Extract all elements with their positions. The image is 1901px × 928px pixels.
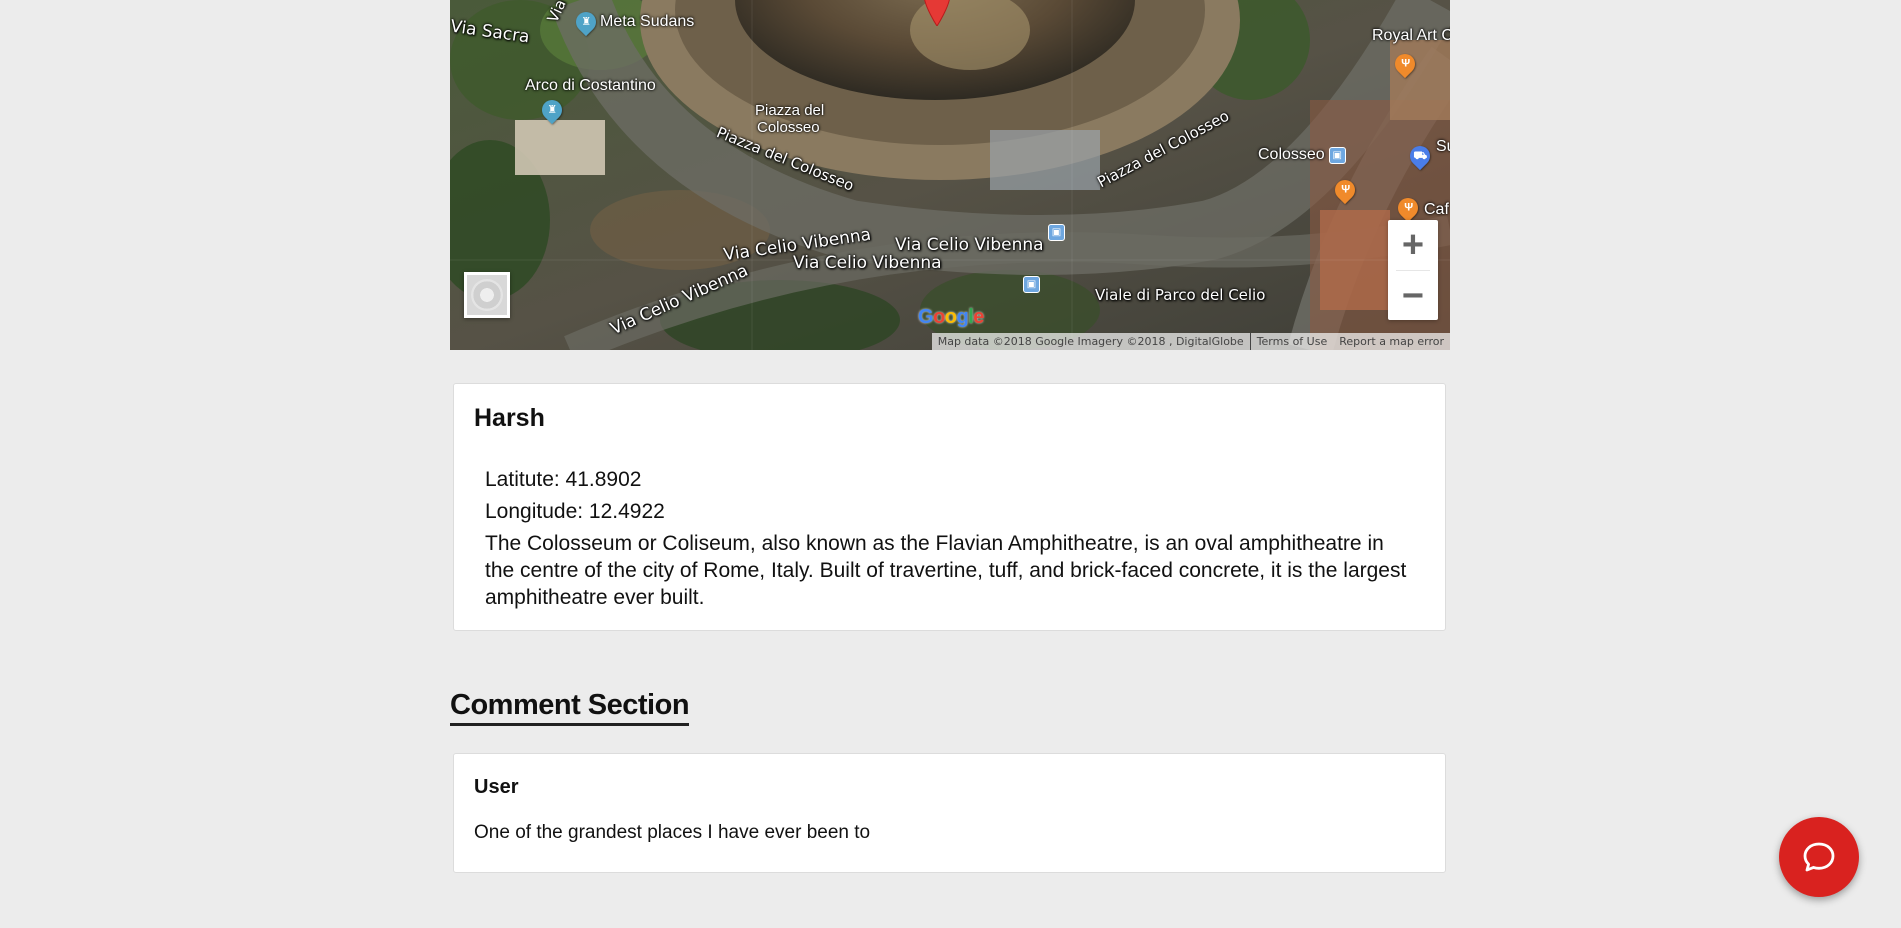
poi-colosseo[interactable]: Colosseo ▣ [1258,146,1346,164]
latitude-text: Latitute: 41.8902 [485,468,642,491]
comment-card: User One of the grandest places I have e… [453,753,1446,873]
street-label: Viale di Parco del Celio [1095,286,1266,304]
place-info-card: Harsh Latitute: 41.8902 Longitude: 12.49… [453,383,1446,631]
bus-stop-icon[interactable]: ▣ [1048,224,1065,241]
terms-link[interactable]: Terms of Use [1251,335,1334,348]
place-name: Harsh [474,404,545,432]
poi-label-cafe: Caf [1424,201,1449,218]
attribution-data: Map data ©2018 Google Imagery ©2018 , Di… [937,335,1244,348]
street-label: Via Celio Vibenna [793,253,942,273]
map-thumbnail-icon [471,279,503,311]
page-content: Via Sacra Via Celio Vibenna Via Celio Vi… [450,0,1450,873]
map-marker-icon[interactable] [922,0,952,26]
poi-label-piazza: Piazza del [755,102,825,119]
poi-label: Colosseo [1258,146,1325,163]
comment-text: One of the grandest places I have ever b… [474,822,871,843]
poi-label-su: Su [1436,138,1450,155]
place-details: Latitute: 41.8902 Longitude: 12.4922 The… [485,466,1415,611]
poi-label-piazza-2: Colosseo [757,119,820,136]
street-label: Via Celio Vibenna [895,235,1044,255]
bus-stop-icon[interactable]: ▣ [1023,276,1040,293]
poi-meta-sudans[interactable]: ♜ Meta Sudans [571,7,695,37]
poi-label: Meta Sudans [600,13,695,30]
google-logo[interactable]: Google [918,306,984,329]
bus-stop-icon: ▣ [1328,146,1346,164]
satellite-imagery [450,0,1450,350]
zoom-control: + − [1388,220,1438,320]
poi-label-arco: Arco di Costantino [525,77,656,94]
zoom-in-button[interactable]: + [1388,220,1438,270]
place-description: The Colosseum or Coliseum, also known as… [485,532,1407,609]
report-error-link[interactable]: Report a map error [1333,335,1450,348]
poi-label-royal-art: Royal Art C [1372,27,1450,44]
zoom-out-button[interactable]: − [1388,271,1438,321]
map-type-toggle[interactable] [464,272,510,318]
comment-author: User [474,776,519,798]
longitude-text: Longitude: 12.4922 [485,500,665,523]
chat-bubble-icon [1803,842,1835,872]
chat-button[interactable] [1779,817,1859,897]
map-view[interactable]: Via Sacra Via Celio Vibenna Via Celio Vi… [450,0,1450,350]
comment-section-title: Comment Section [450,688,690,726]
monument-icon: ♜ [571,7,601,37]
map-attribution: Map data ©2018 Google Imagery ©2018 , Di… [931,333,1450,350]
